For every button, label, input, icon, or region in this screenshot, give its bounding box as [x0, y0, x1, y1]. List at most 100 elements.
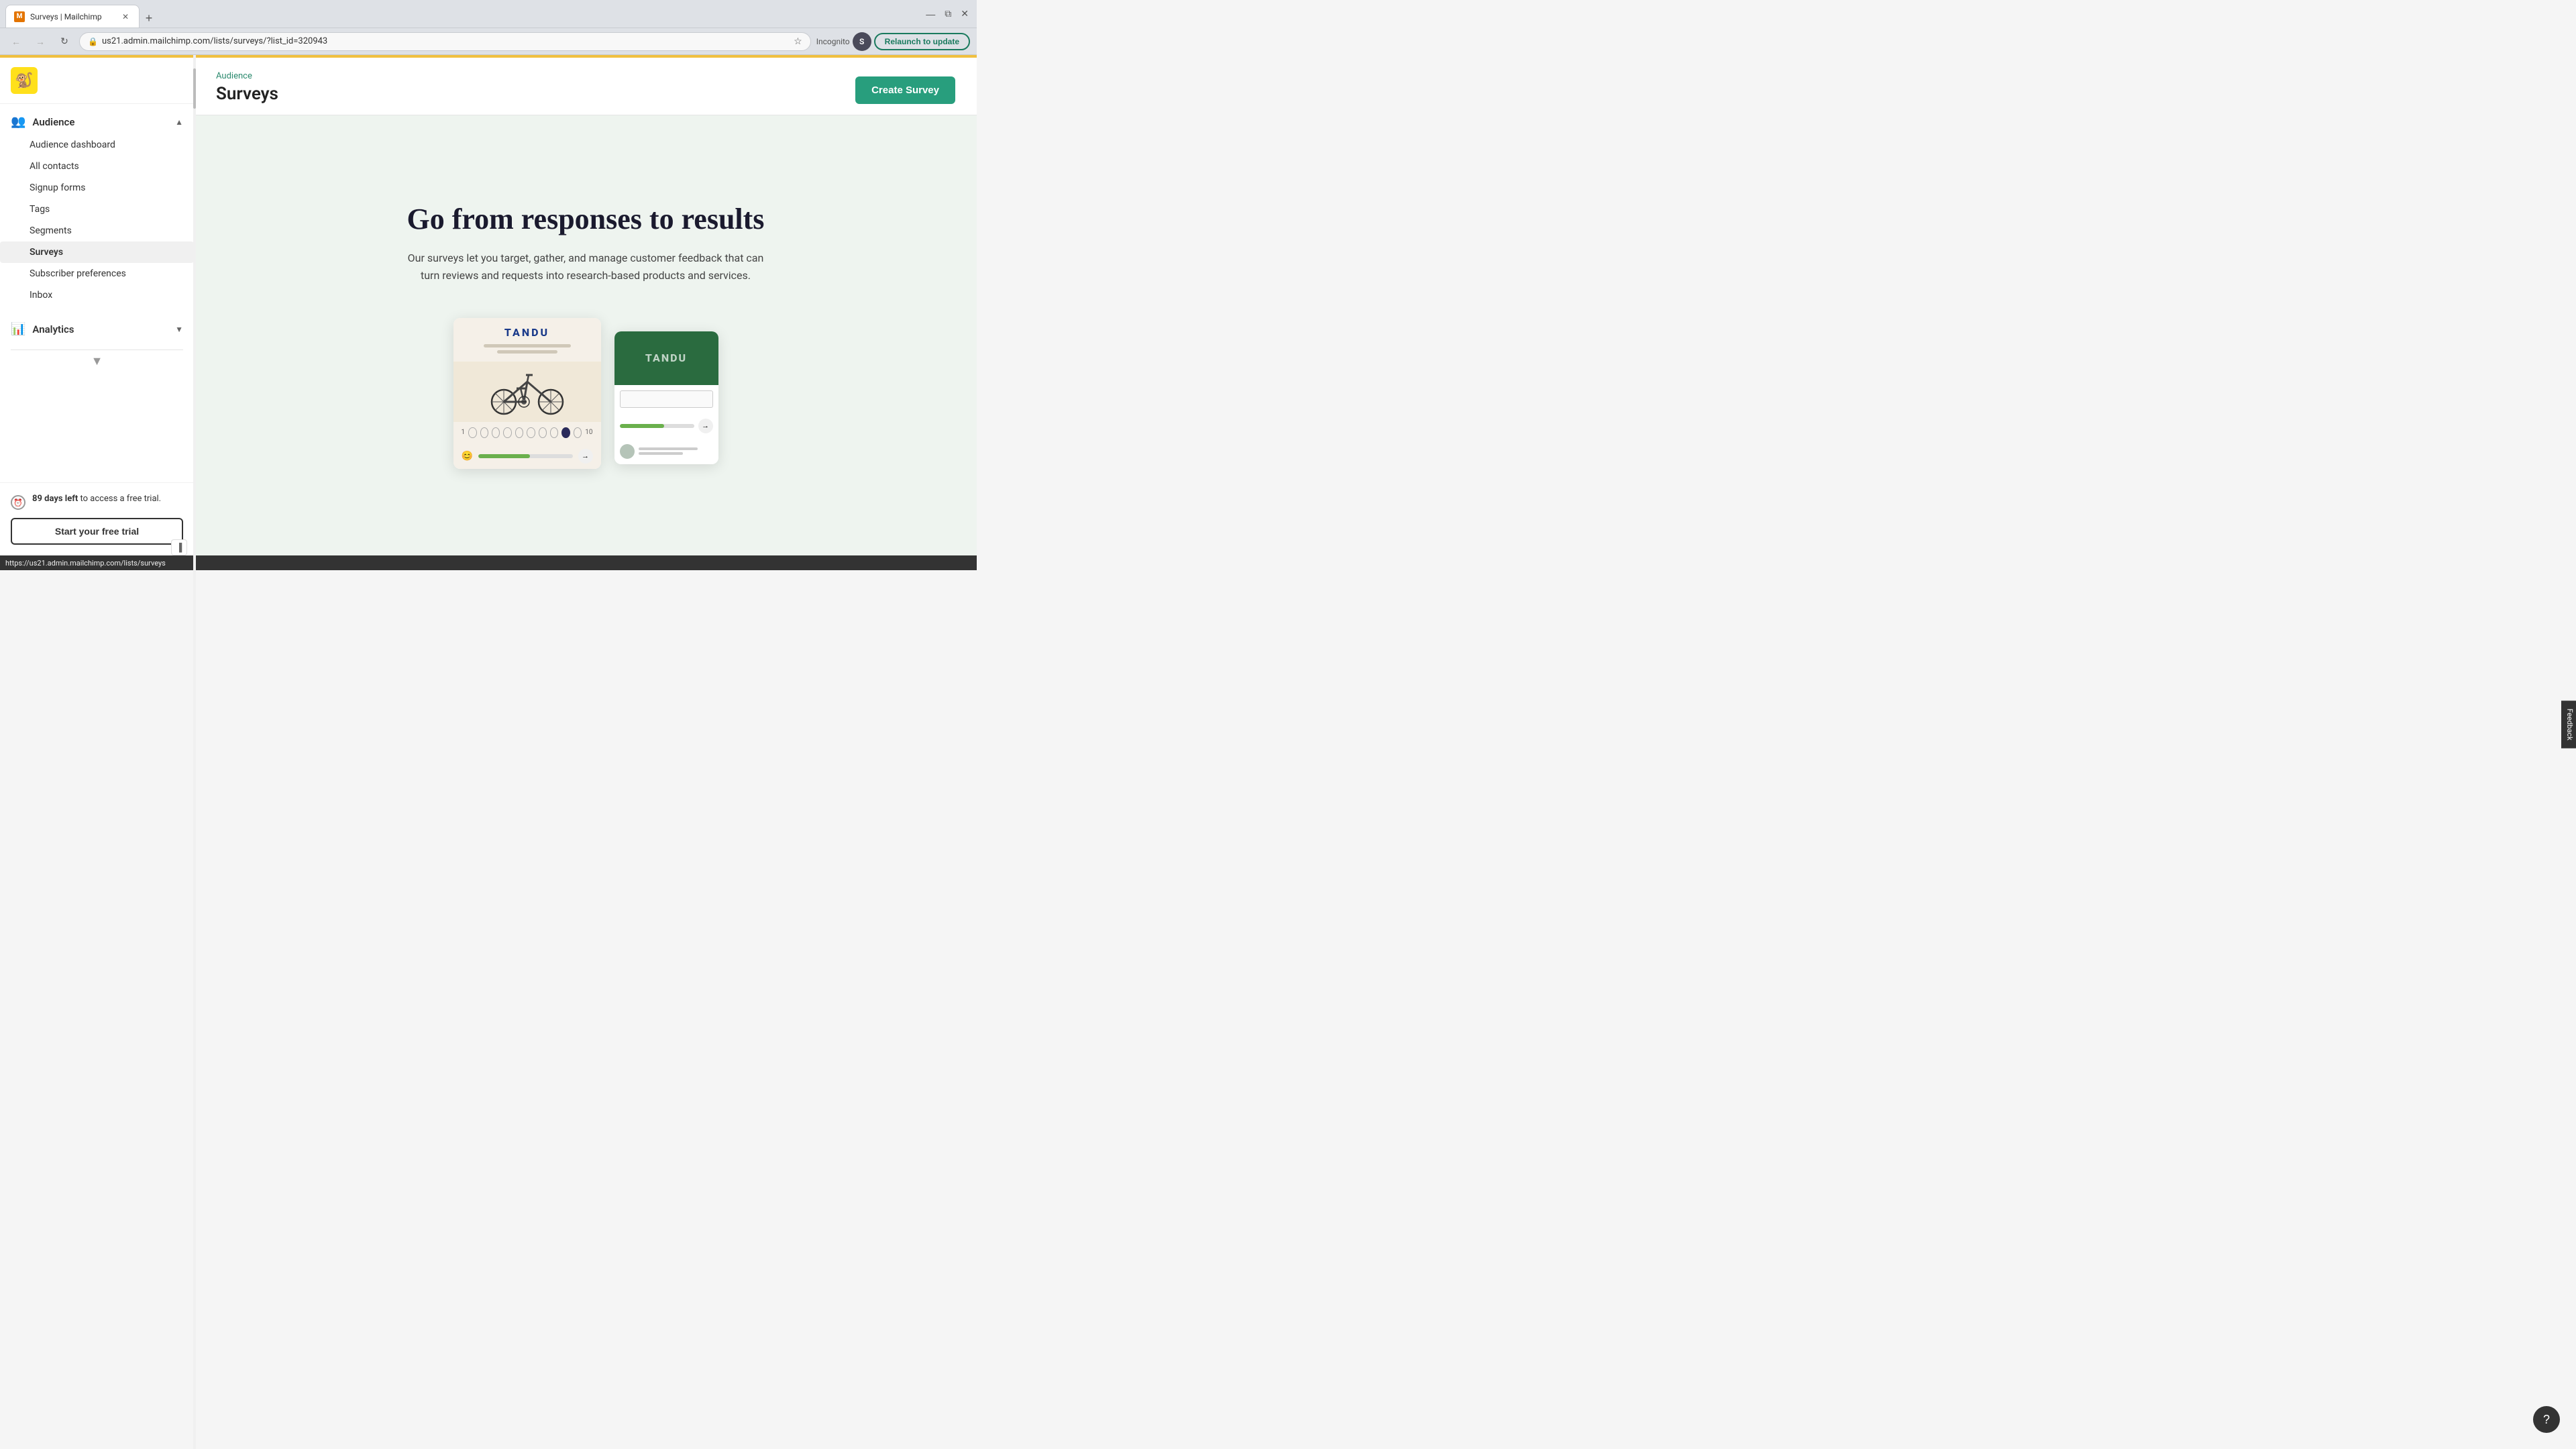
- progress-bar: [478, 454, 573, 458]
- sidebar-item-all-contacts[interactable]: All contacts: [0, 156, 194, 177]
- analytics-section-header[interactable]: 📊 Analytics ▼: [0, 317, 194, 341]
- mailchimp-logo[interactable]: 🐒: [11, 67, 38, 94]
- sidebar-trial-section: ⏰ 89 days left to access a free trial. S…: [0, 482, 194, 555]
- forward-button[interactable]: →: [31, 32, 50, 51]
- hero-subtitle: Our surveys let you target, gather, and …: [398, 250, 773, 284]
- rating-circle-1[interactable]: [468, 427, 476, 438]
- back-button[interactable]: ←: [7, 32, 25, 51]
- bicycle-illustration: [487, 368, 568, 415]
- sidebar-item-label: Signup forms: [30, 182, 85, 193]
- tandu-logo-large: TANDU: [462, 326, 593, 339]
- lock-icon: 🔒: [88, 37, 98, 46]
- card-image-area: [453, 362, 601, 422]
- audience-section-header[interactable]: 👥 Audience ▲: [0, 109, 194, 134]
- free-trial-button[interactable]: Start your free trial: [11, 518, 183, 545]
- active-tab[interactable]: M Surveys | Mailchimp ✕: [5, 5, 140, 28]
- rating-circle-5[interactable]: [515, 427, 523, 438]
- small-lines: [639, 447, 713, 455]
- sidebar-header: 🐒: [0, 58, 194, 104]
- sidebar-item-segments[interactable]: Segments: [0, 220, 194, 241]
- small-card-next-button[interactable]: →: [698, 419, 713, 433]
- profile-avatar[interactable]: S: [853, 32, 871, 51]
- sidebar-item-subscriber-preferences[interactable]: Subscriber preferences: [0, 263, 194, 284]
- analytics-section: 📊 Analytics ▼: [0, 311, 194, 347]
- trial-suffix: to access a free trial.: [80, 494, 162, 504]
- sidebar-item-label: Tags: [30, 204, 50, 215]
- tab-close-button[interactable]: ✕: [120, 11, 131, 22]
- tab-favicon: M: [14, 11, 25, 22]
- breadcrumb: Audience: [216, 71, 278, 81]
- sidebar-item-label: Segments: [30, 225, 72, 236]
- card-small-input-area: [614, 385, 718, 413]
- audience-section: 👥 Audience ▲ Audience dashboard All cont…: [0, 104, 194, 311]
- sidebar-item-audience-dashboard[interactable]: Audience dashboard: [0, 134, 194, 156]
- tandu-logo-small: TANDU: [645, 352, 687, 364]
- sidebar-item-label: Inbox: [30, 290, 52, 301]
- rating-num-1: 1: [462, 429, 466, 436]
- rating-circle-10[interactable]: [574, 427, 582, 438]
- small-line-2: [639, 452, 684, 455]
- trial-clock-icon: ⏰: [11, 495, 25, 510]
- progress-fill: [478, 454, 530, 458]
- trial-text: 89 days left to access a free trial.: [32, 494, 161, 504]
- page-heading: Audience Surveys: [216, 71, 278, 104]
- card-small-footer: [614, 439, 718, 464]
- scrollbar-thumb[interactable]: [193, 68, 196, 109]
- card-lines: [462, 344, 593, 354]
- minimize-button[interactable]: —: [923, 6, 938, 22]
- close-button[interactable]: ✕: [958, 5, 971, 22]
- small-progress-bar: [620, 424, 694, 428]
- status-bar: https://us21.admin.mailchimp.com/lists/s…: [0, 555, 977, 570]
- feedback-tab[interactable]: Feedback: [2561, 700, 2576, 748]
- address-bar[interactable]: 🔒 us21.admin.mailchimp.com/lists/surveys…: [79, 32, 811, 51]
- sidebar-item-tags[interactable]: Tags: [0, 199, 194, 220]
- sidebar-item-signup-forms[interactable]: Signup forms: [0, 177, 194, 199]
- restore-button[interactable]: ⧉: [942, 5, 954, 22]
- survey-cards: TANDU: [453, 318, 718, 469]
- browser-titlebar: M Surveys | Mailchimp ✕ + — ⧉ ✕: [0, 0, 977, 28]
- audience-section-icon: 👥: [11, 115, 25, 129]
- bookmark-icon: ☆: [794, 36, 802, 47]
- audience-section-title: Audience: [32, 116, 168, 128]
- trial-info: ⏰ 89 days left to access a free trial.: [11, 494, 183, 510]
- sidebar-collapse-button[interactable]: ▐: [171, 539, 187, 555]
- new-tab-button[interactable]: +: [140, 9, 158, 28]
- analytics-chevron-icon: ▼: [175, 325, 183, 334]
- rating-circle-6[interactable]: [527, 427, 535, 438]
- sidebar-item-inbox[interactable]: Inbox: [0, 284, 194, 306]
- relaunch-button[interactable]: Relaunch to update: [874, 33, 970, 50]
- rating-num-10: 10: [585, 429, 592, 436]
- browser-actions: Incognito S Relaunch to update: [816, 32, 970, 51]
- scroll-down-indicator: ▼: [91, 354, 103, 368]
- sidebar-item-label: Surveys: [30, 247, 63, 258]
- rating-circle-3[interactable]: [492, 427, 500, 438]
- sidebar-item-label: Audience dashboard: [30, 140, 115, 150]
- trial-days: 89 days left: [32, 494, 78, 504]
- sidebar: 🐒 👥 Audience ▲ Audience dashboard All co…: [0, 58, 195, 555]
- address-bar-row: ← → ↻ 🔒 us21.admin.mailchimp.com/lists/s…: [0, 28, 977, 55]
- window-controls: — ⧉ ✕: [923, 5, 971, 22]
- card-rating: 1 10: [453, 422, 601, 443]
- sidebar-scrollbar: [193, 55, 196, 1449]
- tab-title: Surveys | Mailchimp: [30, 12, 102, 21]
- incognito-label: Incognito: [816, 37, 850, 46]
- rating-circle-7[interactable]: [539, 427, 547, 438]
- help-button[interactable]: ?: [2533, 1406, 2560, 1433]
- hero-title: Go from responses to results: [407, 202, 765, 236]
- rating-circle-8[interactable]: [550, 427, 558, 438]
- small-progress-fill: [620, 424, 665, 428]
- input-mock[interactable]: [620, 390, 713, 408]
- avatar: [620, 444, 635, 459]
- rating-circle-4[interactable]: [503, 427, 511, 438]
- survey-card-large: TANDU: [453, 318, 601, 469]
- rating-circle-2[interactable]: [480, 427, 488, 438]
- rating-circle-9[interactable]: [561, 427, 570, 438]
- sidebar-item-surveys[interactable]: Surveys: [0, 241, 194, 263]
- create-survey-button[interactable]: Create Survey: [855, 76, 955, 104]
- smiley-icon: 😊: [462, 451, 473, 462]
- card-next-button[interactable]: →: [578, 449, 593, 464]
- main-content: Audience Surveys Create Survey Go from r…: [195, 58, 977, 555]
- analytics-section-title: Analytics: [32, 323, 168, 335]
- refresh-button[interactable]: ↻: [55, 32, 74, 51]
- sidebar-item-label: Subscriber preferences: [30, 268, 126, 279]
